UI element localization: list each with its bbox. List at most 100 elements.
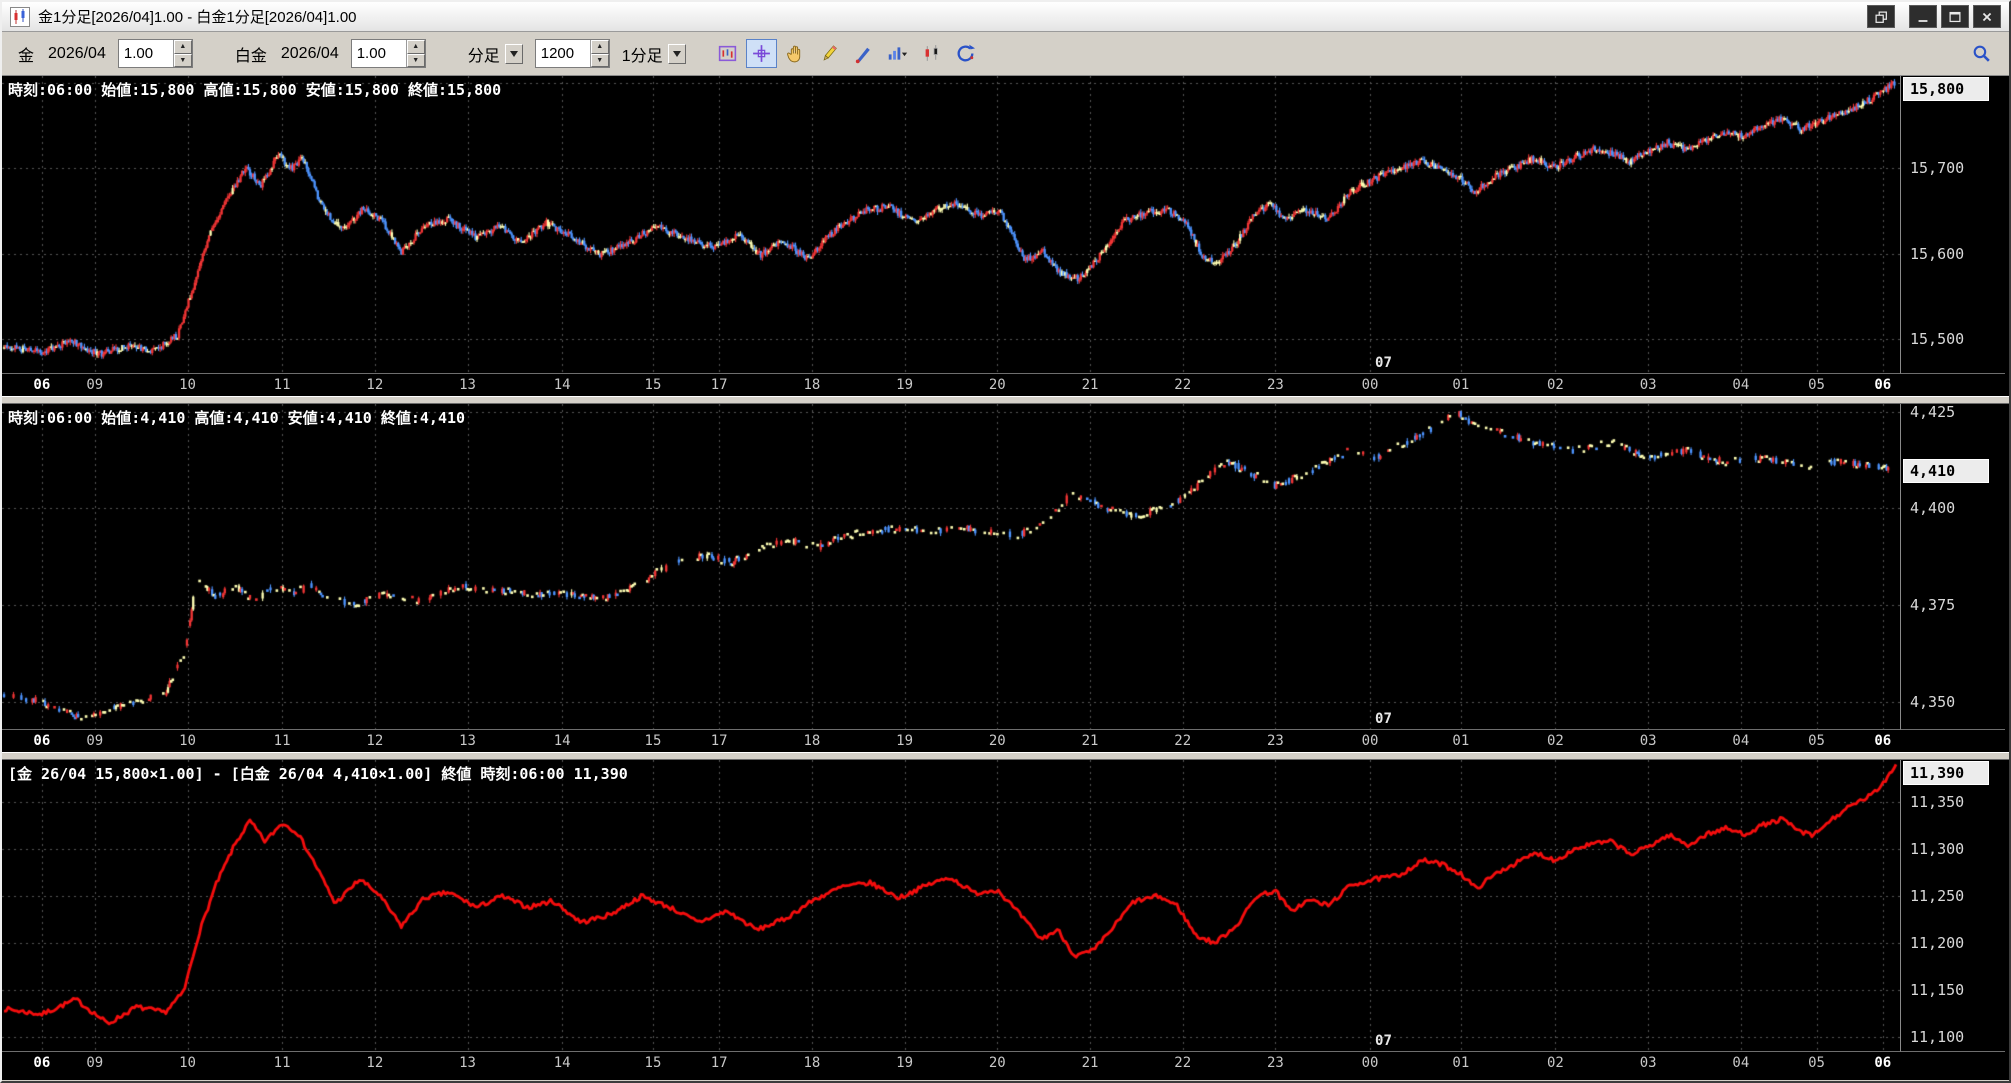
- x-axis-label: 05: [1808, 733, 1825, 749]
- x-axis-label: 19: [896, 377, 914, 393]
- gold-ratio-up-button[interactable]: ▲: [173, 40, 192, 54]
- platinum-label: 白金: [234, 47, 267, 65]
- x-axis-label: 05: [1808, 1055, 1825, 1071]
- x-axis-label: 02: [1547, 733, 1564, 749]
- bar-count-spin-buttons: ▲ ▼: [589, 40, 609, 67]
- x-axis-label: 10: [179, 377, 196, 393]
- x-axis-label: 03: [1639, 377, 1657, 393]
- x-axis-label: 13: [459, 377, 476, 393]
- maximize-button[interactable]: [1941, 5, 1969, 28]
- platinum-ratio-up-button[interactable]: ▲: [406, 40, 425, 54]
- float-window-icon: [1875, 10, 1887, 23]
- x-axis-label: 06: [1874, 733, 1892, 749]
- x-axis-label: 06: [33, 733, 51, 749]
- bar-count-down-button[interactable]: ▼: [590, 53, 609, 67]
- y-axis-label: 4,350: [1910, 692, 1956, 711]
- period-type-dropdown[interactable]: 分足: [464, 39, 527, 69]
- close-button[interactable]: [1973, 5, 2001, 28]
- bar-count-input[interactable]: [535, 40, 590, 67]
- x-axis-label: 01: [1452, 733, 1470, 749]
- chart-settings-icon: [718, 45, 736, 62]
- spread-price-scale: 11,350 11,300 11,250 11,200 11,150 11,100 11,3…: [1900, 760, 2005, 1052]
- x-axis-label: 20: [988, 733, 1006, 749]
- last-price-badge: 15,800: [1903, 77, 1989, 101]
- search-button[interactable]: [1966, 39, 1997, 68]
- y-axis-label: 11,250: [1910, 887, 1965, 906]
- platinum-canvas: [2, 404, 1900, 729]
- spread-formula-info: [金 26/04 15,800×1.00] - [白金 26/04 4,410×…: [8, 765, 628, 783]
- hand-tool-icon: [786, 45, 800, 63]
- chart-settings-button[interactable]: [711, 39, 743, 68]
- platinum-chart-panel: 時刻:06:00 始値:4,410 高値:4,410 安値:4,410 終値:4…: [2, 402, 2009, 752]
- pen-draw-tool-button[interactable]: [847, 39, 879, 68]
- x-axis-label: 15: [644, 733, 662, 749]
- x-axis-label: 17: [710, 733, 728, 749]
- spread-chart-panel: [金 26/04 15,800×1.00] - [白金 26/04 4,410×…: [2, 760, 2009, 1080]
- candlestick-style-icon: [925, 45, 938, 61]
- x-axis-label: 13: [459, 733, 476, 749]
- platinum-ratio-down-button[interactable]: ▼: [406, 53, 425, 67]
- maximize-icon: [1949, 11, 1961, 22]
- bar-chart-icon: [888, 47, 907, 60]
- bar-style-dropdown[interactable]: 1分足: [618, 39, 690, 69]
- gold-contract-month: 2026/04: [48, 44, 106, 62]
- x-axis-label: 03: [1639, 733, 1657, 749]
- x-axis-label: 21: [1081, 377, 1099, 393]
- x-axis-label: 11: [273, 377, 291, 393]
- pan-hand-tool-button[interactable]: [779, 39, 811, 68]
- x-axis-label: 04: [1732, 377, 1750, 393]
- gold-price-scale: 15,80015,70015,60015,50015,800: [1900, 74, 2005, 374]
- x-axis-label: 21: [1081, 733, 1099, 749]
- gold-ratio-down-button[interactable]: ▼: [173, 53, 192, 67]
- panel-splitter[interactable]: [2, 752, 2009, 760]
- refresh-button[interactable]: [949, 39, 981, 68]
- bar-count-up-button[interactable]: ▲: [590, 40, 609, 54]
- x-axis-label: 02: [1547, 1055, 1564, 1071]
- platinum-ratio-input[interactable]: [351, 40, 406, 67]
- x-axis-label: 10: [179, 1055, 196, 1071]
- pencil-draw-tool-button[interactable]: [813, 39, 845, 68]
- x-axis-label: 23: [1266, 377, 1284, 393]
- x-axis-label: 19: [896, 733, 914, 749]
- candle-style-button[interactable]: [915, 39, 947, 68]
- platinum-date-marker: 07: [1375, 711, 1392, 727]
- y-axis-label: 4,425: [1910, 402, 1956, 421]
- last-price-badge: 4,410: [1903, 458, 1989, 483]
- gold-chart-panel: 時刻:06:00 始値:15,800 高値:15,800 安値:15,800 終…: [2, 74, 2009, 396]
- window-title: 金1分足[2026/04]1.00 - 白金1分足[2026/04]1.00: [38, 9, 357, 26]
- chart-area: 時刻:06:00 始値:15,800 高値:15,800 安値:15,800 終…: [2, 74, 2009, 1080]
- spread-plot[interactable]: [金 26/04 15,800×1.00] - [白金 26/04 4,410×…: [2, 760, 1900, 1052]
- indicator-menu-button[interactable]: [881, 39, 913, 68]
- y-axis-label: 11,350: [1910, 793, 1965, 812]
- panel-splitter[interactable]: [2, 396, 2009, 404]
- gold-plot[interactable]: 時刻:06:00 始値:15,800 高値:15,800 安値:15,800 終…: [2, 76, 1900, 374]
- platinum-ratio-spinner: ▲ ▼: [350, 39, 426, 68]
- gold-ratio-input[interactable]: [118, 40, 173, 67]
- x-axis-label: 03: [1639, 1055, 1657, 1071]
- y-axis-label: 15,600: [1910, 244, 1965, 263]
- x-axis-label: 09: [86, 1055, 104, 1071]
- x-axis-label: 00: [1361, 1055, 1379, 1071]
- bar-style-label: 1分足: [621, 47, 663, 65]
- x-axis-label: 17: [710, 377, 728, 393]
- x-axis-label: 11: [273, 733, 291, 749]
- x-axis-label: 09: [86, 377, 104, 393]
- x-axis-label: 15: [644, 377, 662, 393]
- y-axis-label: 11,150: [1910, 980, 1965, 999]
- x-axis-label: 19: [896, 1055, 914, 1071]
- title-bar: 金1分足[2026/04]1.00 - 白金1分足[2026/04]1.00: [2, 2, 2009, 32]
- minimize-button[interactable]: [1909, 5, 1937, 28]
- x-axis-label: 04: [1732, 733, 1750, 749]
- x-axis-label: 22: [1174, 377, 1192, 393]
- search-icon: [1973, 45, 1990, 62]
- platinum-plot[interactable]: 時刻:06:00 始値:4,410 高値:4,410 安値:4,410 終値:4…: [2, 404, 1900, 730]
- x-axis-label: 20: [988, 377, 1006, 393]
- x-axis-label: 14: [553, 1055, 571, 1071]
- float-window-button[interactable]: [1867, 5, 1895, 28]
- spread-canvas: [2, 760, 1900, 1051]
- x-axis-label: 01: [1452, 377, 1470, 393]
- x-axis-label: 02: [1547, 377, 1564, 393]
- crosshair-tool-button[interactable]: [745, 39, 777, 68]
- x-axis-label: 06: [33, 1055, 51, 1071]
- x-axis-label: 00: [1361, 377, 1379, 393]
